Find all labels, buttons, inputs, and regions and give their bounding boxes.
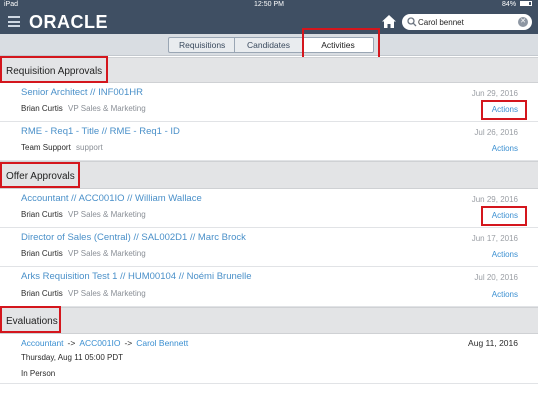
list-item[interactable]: RME - Req1 - Title // RME - Req1 - ID Te…	[0, 122, 538, 161]
approver-name: Brian Curtis	[21, 289, 63, 298]
clear-search-icon[interactable]: ✕	[518, 17, 528, 27]
evaluation-date: Aug 11, 2016	[468, 338, 518, 348]
section-title: Offer Approvals	[6, 171, 75, 182]
list-item[interactable]: Senior Architect // INF001HR Brian Curti…	[0, 83, 538, 122]
approver-name: Brian Curtis	[21, 104, 63, 113]
approver: Brian Curtis VP Sales & Marketing	[21, 210, 146, 219]
section-title: Requisition Approvals	[6, 66, 103, 77]
home-icon[interactable]	[381, 14, 397, 29]
requisition-title-link[interactable]: RME - Req1 - Title // RME - Req1 - ID	[21, 126, 180, 137]
offer-title-link[interactable]: Arks Requisition Test 1 // HUM00104 // N…	[21, 271, 252, 282]
approver-dept: VP Sales & Marketing	[68, 104, 146, 113]
tab-activities[interactable]: Activities	[303, 38, 373, 52]
actions-button[interactable]: Actions	[492, 144, 518, 153]
candidate-link[interactable]: Carol Bennett	[136, 338, 188, 348]
approver: Team Support support	[21, 143, 103, 152]
status-bar: iPad 12:50 PM 84%	[0, 0, 538, 10]
offer-title-link[interactable]: Accountant // ACC001IO // William Wallac…	[21, 193, 202, 204]
requisition-title-link[interactable]: Senior Architect // INF001HR	[21, 87, 143, 98]
offer-title-link[interactable]: Director of Sales (Central) // SAL002D1 …	[21, 232, 246, 243]
date: Jun 29, 2016	[471, 89, 518, 98]
actions-button[interactable]: Actions	[492, 250, 518, 259]
date: Jul 26, 2016	[474, 128, 518, 137]
arrow: ->	[124, 338, 133, 348]
approver: Brian Curtis VP Sales & Marketing	[21, 289, 146, 298]
approver-dept: VP Sales & Marketing	[68, 289, 146, 298]
approver-dept: VP Sales & Marketing	[68, 210, 146, 219]
tab-candidates[interactable]: Candidates	[235, 38, 303, 52]
evaluation-time: Thursday, Aug 11 05:00 PDT	[21, 353, 123, 362]
evaluation-path: Accountant -> ACC001IO -> Carol Bennett	[21, 338, 188, 348]
list-item[interactable]: Director of Sales (Central) // SAL002D1 …	[0, 228, 538, 267]
section-header-evaluations: Evaluations	[0, 307, 538, 334]
segmented-tabs: Requisitions Candidates Activities	[168, 37, 374, 53]
date: Jul 20, 2016	[474, 273, 518, 282]
actions-button[interactable]: Actions	[492, 105, 518, 114]
list-item[interactable]: Arks Requisition Test 1 // HUM00104 // N…	[0, 267, 538, 307]
battery-icon	[520, 0, 532, 6]
evaluation-item[interactable]: Accountant -> ACC001IO -> Carol Bennett Aug …	[0, 334, 538, 384]
section-header-offer-approvals: Offer Approvals	[0, 161, 538, 189]
tab-bar: Requisitions Candidates Activities	[0, 34, 538, 56]
oracle-logo: ORACLE	[29, 12, 108, 32]
hamburger-menu-icon[interactable]	[8, 16, 20, 27]
battery-status: 84%	[502, 0, 532, 10]
approver-dept: VP Sales & Marketing	[68, 249, 146, 258]
section-header-requisition-approvals: Requisition Approvals	[0, 57, 538, 83]
battery-percent: 84%	[502, 1, 517, 8]
section-title: Evaluations	[6, 316, 58, 327]
arrow: ->	[67, 338, 76, 348]
requisition-link[interactable]: ACC001IO	[79, 338, 120, 348]
app-header: ORACLE ✕	[0, 10, 538, 34]
approver: Brian Curtis VP Sales & Marketing	[21, 104, 146, 113]
approver: Brian Curtis VP Sales & Marketing	[21, 249, 146, 258]
status-time: 12:50 PM	[254, 1, 284, 8]
search-box[interactable]: ✕	[402, 14, 532, 30]
actions-button[interactable]: Actions	[492, 290, 518, 299]
tab-requisitions[interactable]: Requisitions	[169, 38, 235, 52]
search-icon	[407, 17, 417, 27]
approver-name: Brian Curtis	[21, 249, 63, 258]
approver-name: Brian Curtis	[21, 210, 63, 219]
job-link[interactable]: Accountant	[21, 338, 64, 348]
list-item[interactable]: Accountant // ACC001IO // William Wallac…	[0, 189, 538, 228]
search-input[interactable]	[418, 15, 514, 29]
approver-dept: support	[76, 143, 103, 152]
date: Jun 29, 2016	[471, 195, 518, 204]
evaluation-mode: In Person	[21, 369, 56, 378]
date: Jun 17, 2016	[471, 234, 518, 243]
actions-button[interactable]: Actions	[492, 211, 518, 220]
approver-name: Team Support	[21, 143, 71, 152]
